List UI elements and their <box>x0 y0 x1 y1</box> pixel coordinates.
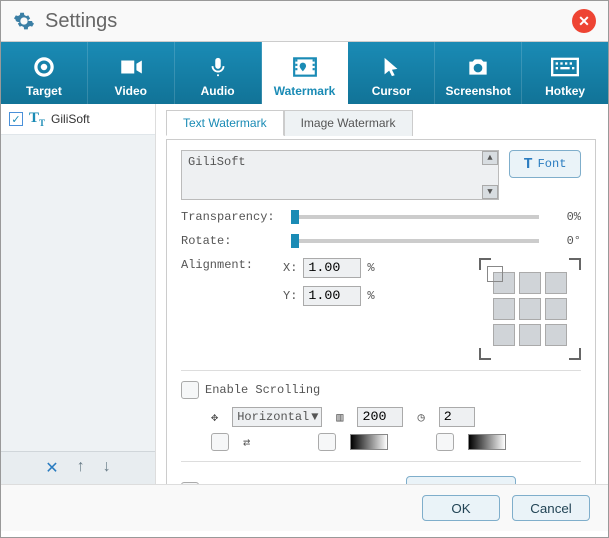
transparency-slider[interactable] <box>291 215 539 219</box>
watermark-list-sidebar: ✓ TT GiliSoft ✕ ↑ ↓ <box>1 104 156 484</box>
tab-hotkey[interactable]: Hotkey <box>522 42 608 104</box>
rotate-value: 0° <box>553 234 581 248</box>
enable-scrolling-checkbox[interactable] <box>181 381 199 399</box>
clock-icon: ◷ <box>417 410 424 425</box>
microphone-icon <box>175 50 261 84</box>
tab-watermark[interactable]: Watermark <box>262 42 349 104</box>
enable-scrolling-label: Enable Scrolling <box>205 383 320 397</box>
loop-icon: ⇄ <box>243 435 250 450</box>
text-watermark-panel: GiliSoft ▲▼ T Font Transparency: 0% Rota… <box>166 139 596 484</box>
scroll-duration-input[interactable] <box>439 407 475 427</box>
watermark-subtabs: Text Watermark Image Watermark <box>166 110 596 136</box>
enable-watermark-checkbox[interactable] <box>181 482 199 484</box>
tab-cursor[interactable]: Cursor <box>348 42 435 104</box>
camera-icon <box>435 50 521 84</box>
gradient1-swatch[interactable] <box>350 434 388 450</box>
align-tl[interactable] <box>493 272 515 294</box>
loop-checkbox[interactable] <box>211 433 229 451</box>
watermark-list-item[interactable]: ✓ TT GiliSoft <box>1 104 155 135</box>
main-toolbar: Target Video Audio Watermark Cursor Scre… <box>1 42 608 104</box>
cursor-icon <box>348 50 434 84</box>
subtab-image-watermark[interactable]: Image Watermark <box>284 110 413 136</box>
font-icon: T <box>524 156 533 173</box>
direction-icon: ✥ <box>211 410 218 425</box>
watermark-item-checkbox[interactable]: ✓ <box>9 112 23 126</box>
alignment-label: Alignment: <box>181 258 277 272</box>
target-icon <box>1 50 87 84</box>
window-title: Settings <box>45 10 117 33</box>
titlebar: Settings ✕ <box>1 1 608 42</box>
rotate-label: Rotate: <box>181 234 277 248</box>
move-up-button[interactable]: ↑ <box>77 458 85 478</box>
tab-screenshot[interactable]: Screenshot <box>435 42 522 104</box>
watermark-item-label: GiliSoft <box>51 112 90 126</box>
watermark-text-input[interactable]: GiliSoft ▲▼ <box>181 150 499 200</box>
distance-icon: ▥ <box>336 410 343 425</box>
align-tc[interactable] <box>519 272 541 294</box>
ok-button[interactable]: OK <box>422 495 500 521</box>
alignment-x-input[interactable] <box>303 258 361 278</box>
gradient2-checkbox[interactable] <box>436 433 454 451</box>
scroll-direction-dropdown[interactable]: Horizontal▼ <box>232 407 322 427</box>
text-watermark-type-icon: TT <box>29 110 45 128</box>
keyboard-icon <box>522 50 608 84</box>
tab-video[interactable]: Video <box>88 42 175 104</box>
add-watermark-button[interactable]: + Add <box>406 476 516 484</box>
gradient1-checkbox[interactable] <box>318 433 336 451</box>
align-bl[interactable] <box>493 324 515 346</box>
dialog-footer: OK Cancel <box>1 484 608 531</box>
tab-target[interactable]: Target <box>1 42 88 104</box>
x-label: X: <box>283 261 297 275</box>
close-button[interactable]: ✕ <box>572 9 596 33</box>
align-ml[interactable] <box>493 298 515 320</box>
align-mc[interactable] <box>519 298 541 320</box>
subtab-text-watermark[interactable]: Text Watermark <box>166 110 284 136</box>
font-button[interactable]: T Font <box>509 150 581 178</box>
textarea-scrollbar[interactable]: ▲▼ <box>482 151 498 199</box>
transparency-value: 0% <box>553 210 581 224</box>
alignment-y-input[interactable] <box>303 286 361 306</box>
y-label: Y: <box>283 289 297 303</box>
plus-icon: + <box>439 480 451 485</box>
rotate-slider[interactable] <box>291 239 539 243</box>
scroll-distance-input[interactable] <box>357 407 403 427</box>
sidebar-actions: ✕ ↑ ↓ <box>1 451 155 484</box>
cancel-button[interactable]: Cancel <box>512 495 590 521</box>
align-bc[interactable] <box>519 324 541 346</box>
move-down-button[interactable]: ↓ <box>103 458 111 478</box>
align-mr[interactable] <box>545 298 567 320</box>
transparency-label: Transparency: <box>181 210 277 224</box>
align-tr[interactable] <box>545 272 567 294</box>
alignment-grid <box>479 258 581 360</box>
delete-watermark-button[interactable]: ✕ <box>45 458 58 478</box>
settings-gear-icon <box>13 10 35 32</box>
video-icon <box>88 50 174 84</box>
gradient2-swatch[interactable] <box>468 434 506 450</box>
tab-audio[interactable]: Audio <box>175 42 262 104</box>
align-br[interactable] <box>545 324 567 346</box>
watermark-icon <box>262 50 348 84</box>
